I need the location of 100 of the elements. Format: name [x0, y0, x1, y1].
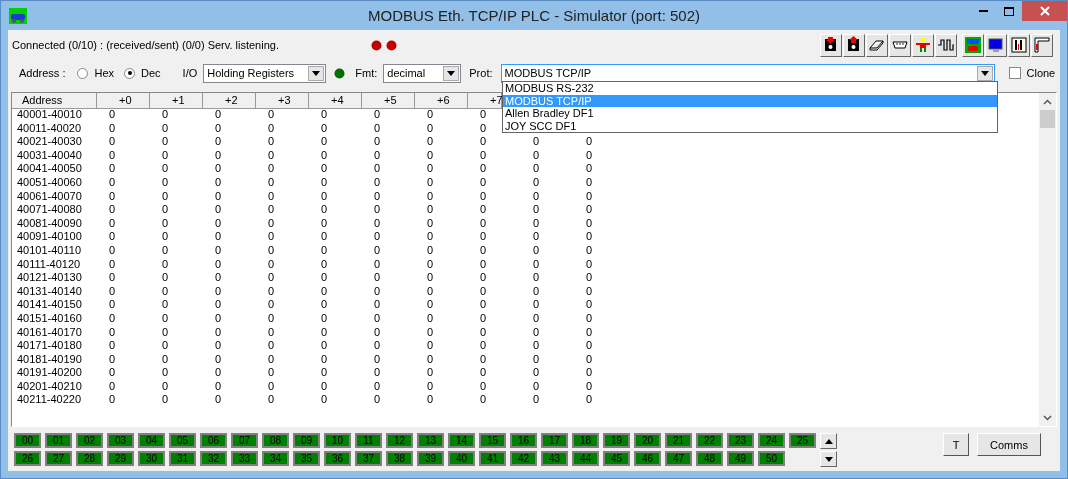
address-cell: 40021-40030: [17, 135, 82, 149]
io-dropdown[interactable]: Holding Registers: [203, 63, 327, 83]
toolbar-button[interactable]: [866, 33, 888, 57]
format-dropdown[interactable]: decimal: [383, 63, 462, 83]
station-button[interactable]: 15: [479, 433, 506, 448]
station-button[interactable]: 11: [355, 433, 382, 448]
station-button[interactable]: 28: [76, 451, 103, 466]
station-button[interactable]: 14: [448, 433, 475, 448]
scroll-thumb[interactable]: [1040, 110, 1055, 128]
column-header[interactable]: +2: [203, 93, 256, 109]
toolbar-button[interactable]: [820, 33, 842, 57]
station-button[interactable]: 41: [479, 451, 506, 466]
scroll-up-button[interactable]: [820, 433, 837, 449]
column-header[interactable]: +5: [362, 93, 415, 109]
toolbar-button[interactable]: [985, 33, 1007, 57]
radio-button[interactable]: Dec: [124, 67, 161, 79]
station-button[interactable]: 24: [758, 433, 785, 448]
station-button[interactable]: 35: [293, 451, 320, 466]
station-button[interactable]: 42: [510, 451, 537, 466]
station-button[interactable]: 18: [572, 433, 599, 448]
station-button[interactable]: 20: [634, 433, 661, 448]
station-button[interactable]: 48: [696, 451, 723, 466]
toolbar-button[interactable]: [1008, 33, 1030, 57]
station-button[interactable]: 13: [417, 433, 444, 448]
value-cell: 0: [268, 257, 275, 272]
station-button[interactable]: 26: [14, 451, 41, 466]
protocol-dropdown[interactable]: MODBUS TCP/IP: [500, 63, 995, 83]
station-button[interactable]: 43: [541, 451, 568, 466]
toolbar-button[interactable]: [935, 33, 957, 57]
t-button[interactable]: T: [943, 433, 969, 456]
clone-checkbox[interactable]: Clone: [1008, 67, 1056, 79]
station-button[interactable]: 40: [448, 451, 475, 466]
value-cell: 0: [427, 189, 434, 204]
station-button[interactable]: 37: [355, 451, 382, 466]
station-button[interactable]: 09: [293, 433, 320, 448]
radio-button[interactable]: Hex: [77, 67, 115, 79]
station-button[interactable]: 33: [231, 451, 258, 466]
station-button[interactable]: 30: [138, 451, 165, 466]
station-button[interactable]: 29: [107, 451, 134, 466]
comms-button[interactable]: Comms: [977, 433, 1041, 456]
station-button[interactable]: 10: [324, 433, 351, 448]
column-header[interactable]: +3: [256, 93, 309, 109]
value-cell: 0: [427, 216, 434, 231]
station-button[interactable]: 19: [603, 433, 630, 448]
close-button[interactable]: [1022, 1, 1067, 21]
station-button[interactable]: 16: [510, 433, 537, 448]
toolbar-button[interactable]: [843, 33, 865, 57]
column-header[interactable]: +0: [97, 93, 150, 109]
station-button[interactable]: 01: [45, 433, 72, 448]
value-cell: 0: [533, 284, 540, 299]
station-button[interactable]: 22: [696, 433, 723, 448]
toolbar-button[interactable]: [889, 33, 911, 57]
station-button[interactable]: 44: [572, 451, 599, 466]
station-button[interactable]: 31: [169, 451, 196, 466]
station-button[interactable]: 50: [758, 451, 785, 466]
column-header[interactable]: +6: [415, 93, 468, 109]
column-header[interactable]: +7: [468, 93, 502, 109]
value-cell: 0: [533, 135, 540, 149]
station-button[interactable]: 03: [107, 433, 134, 448]
column-header[interactable]: Address: [12, 93, 97, 109]
station-button[interactable]: 36: [324, 451, 351, 466]
station-button[interactable]: 27: [45, 451, 72, 466]
station-button[interactable]: 25: [789, 433, 816, 448]
value-cell: 0: [427, 352, 434, 367]
station-button[interactable]: 02: [76, 433, 103, 448]
value-cell: 0: [321, 379, 328, 394]
value-cell: 0: [480, 379, 487, 394]
station-button[interactable]: 47: [665, 451, 692, 466]
scroll-down-button[interactable]: [820, 451, 837, 467]
station-button[interactable]: 34: [262, 451, 289, 466]
value-cell: 0: [109, 379, 116, 394]
station-button[interactable]: 04: [138, 433, 165, 448]
station-button[interactable]: 39: [417, 451, 444, 466]
station-button[interactable]: 07: [231, 433, 258, 448]
station-button[interactable]: 23: [727, 433, 754, 448]
station-button[interactable]: 21: [665, 433, 692, 448]
station-button[interactable]: 12: [386, 433, 413, 448]
column-header[interactable]: +1: [150, 93, 203, 109]
value-cell: 0: [162, 339, 169, 353]
column-header[interactable]: +4: [309, 93, 362, 109]
station-button[interactable]: 32: [200, 451, 227, 466]
station-button[interactable]: 38: [386, 451, 413, 466]
address-cell: 40011-40020: [17, 121, 82, 136]
station-button[interactable]: 06: [200, 433, 227, 448]
station-button[interactable]: 08: [262, 433, 289, 448]
value-cell: 0: [321, 175, 328, 190]
station-button[interactable]: 45: [603, 451, 630, 466]
station-button[interactable]: 05: [169, 433, 196, 448]
value-cell: 0: [586, 135, 593, 149]
station-button[interactable]: 17: [541, 433, 568, 448]
address-cell: 40111-40120: [17, 257, 81, 272]
value-cell: 0: [374, 243, 381, 258]
value-cell: 0: [268, 175, 275, 190]
value-cell: 0: [427, 298, 434, 312]
station-button[interactable]: 00: [14, 433, 41, 448]
value-cell: 0: [480, 121, 487, 136]
caret-icon: [447, 70, 456, 76]
station-button[interactable]: 46: [634, 451, 661, 466]
station-button[interactable]: 49: [727, 451, 754, 466]
value-cell: 0: [321, 162, 328, 176]
